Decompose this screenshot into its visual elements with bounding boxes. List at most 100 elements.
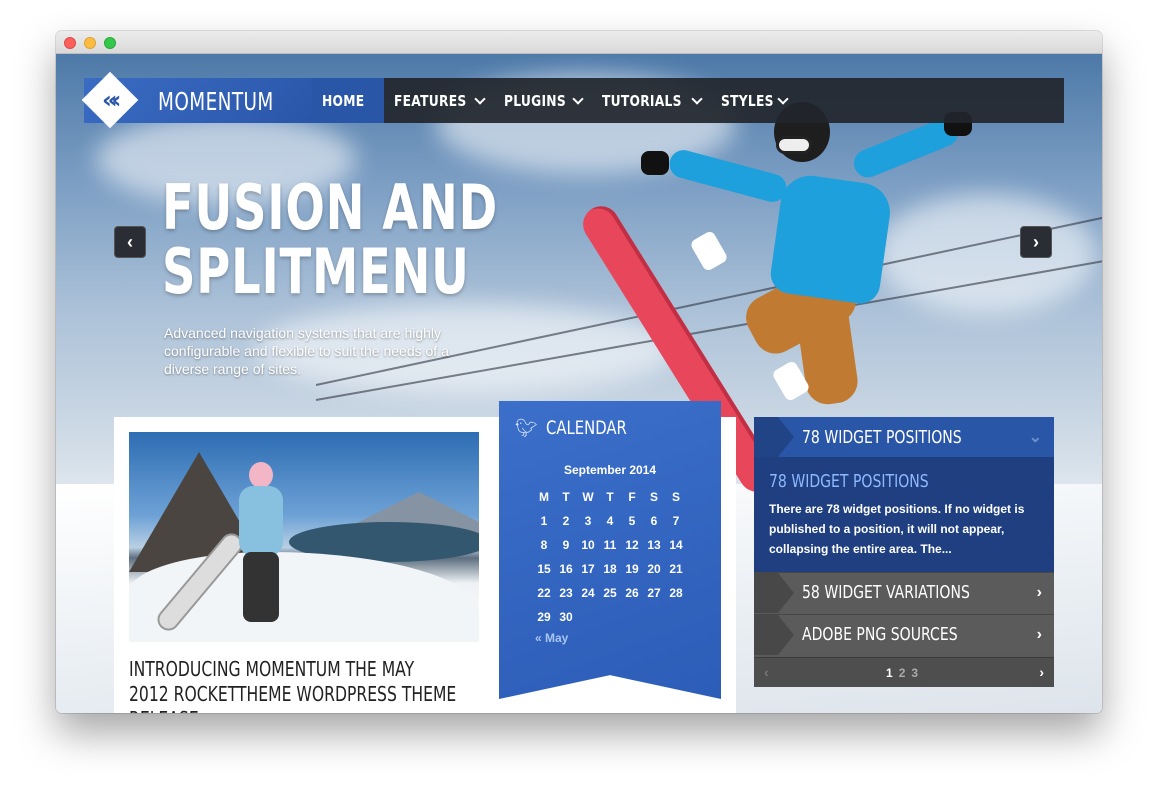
calendar-day: 23 (559, 586, 573, 600)
accordion-header-label: 58 WIDGET VARIATIONS (802, 582, 970, 603)
calendar-weekday-row: M T W T F S S (533, 485, 693, 509)
logo-text: MOMENTUM (158, 87, 274, 116)
calendar-prev-month-link[interactable]: « May (535, 631, 568, 645)
calendar-day: 29 (537, 610, 551, 624)
beanie-shape (249, 462, 273, 488)
calendar-week-row: 1 2 3 4 5 6 7 (533, 509, 693, 533)
weekday-label: M (539, 490, 549, 504)
main-navigation: «‹ MOMENTUM HOME FEATURES PLUGINS TUTORI… (81, 71, 1064, 129)
nav-item-label: HOME (322, 91, 365, 110)
post-thumbnail-image[interactable] (129, 432, 479, 642)
pager-next-button[interactable]: › (1039, 664, 1044, 680)
calendar-week-row: 8 9 10 11 12 13 14 (533, 533, 693, 557)
chevron-left-icon: ‹ (127, 231, 133, 252)
calendar-week-row: 22 23 24 25 26 27 28 (533, 581, 693, 605)
snowboarder-girl-figure (153, 462, 289, 636)
pager-page-button[interactable]: 2 (899, 666, 906, 680)
pants-shape (243, 552, 279, 622)
slider-next-button[interactable]: › (1020, 226, 1052, 258)
slider-prev-button[interactable]: ‹ (114, 226, 146, 258)
calendar-header: 🐦︎ CALENDAR (515, 417, 649, 439)
pager-page-button[interactable]: 3 (911, 666, 918, 680)
snowboarder-jacket (768, 171, 894, 307)
chevron-down-icon (474, 92, 486, 105)
nav-item-styles[interactable]: STYLES (711, 78, 797, 123)
calendar-day: 19 (625, 562, 639, 576)
accordion-header-label: 78 WIDGET POSITIONS (802, 426, 962, 448)
weekday-label: S (671, 490, 680, 504)
snowboarder-arm (666, 146, 790, 206)
minimize-window-button[interactable] (84, 37, 96, 49)
hero-title: FUSION AND SPLITMENU (162, 176, 522, 304)
chevron-down-icon (571, 92, 584, 105)
chevron-right-icon: › (1036, 625, 1042, 643)
calendar-day: 5 (628, 514, 636, 528)
nav-item-label: STYLES (720, 91, 774, 110)
pager-numbers: 1 2 3 (886, 666, 918, 680)
chevron-down-icon (691, 92, 703, 105)
calendar-day: 14 (669, 538, 683, 552)
accordion-header-label: ADOBE PNG SOURCES (802, 624, 958, 645)
weekday-label: T (606, 490, 614, 504)
weekday-label: W (582, 490, 594, 504)
pager-prev-button[interactable]: ‹ (764, 664, 769, 680)
hero-description: Advanced navigation systems that are hig… (164, 325, 449, 377)
nav-item-features[interactable]: FEATURES (384, 78, 494, 123)
chevron-down-icon (777, 92, 789, 105)
calendar-day: 11 (603, 538, 617, 552)
snowboarder-glove (641, 151, 669, 175)
nav-item-plugins[interactable]: PLUGINS (494, 78, 592, 123)
calendar-day: 27 (647, 586, 661, 600)
snowboarder-goggles (776, 136, 812, 154)
calendar-day: 18 (603, 562, 617, 576)
calendar-day: 4 (606, 514, 614, 528)
accordion-flag-icon (754, 417, 794, 457)
calendar-day: 10 (581, 538, 595, 552)
accordion-header-png-sources[interactable]: ADOBE PNG SOURCES › (754, 614, 1054, 655)
nav-item-label: TUTORIALS (601, 91, 682, 110)
accordion-header-widget-variations[interactable]: 58 WIDGET VARIATIONS › (754, 572, 1054, 613)
site-logo[interactable]: «‹ MOMENTUM (81, 71, 312, 129)
calendar-day: 21 (669, 562, 683, 576)
close-window-button[interactable] (64, 37, 76, 49)
snowboarder-boot (689, 229, 729, 273)
nav-item-tutorials[interactable]: TUTORIALS (592, 78, 711, 123)
calendar-day: 16 (559, 562, 573, 576)
calendar-day: 3 (584, 514, 592, 528)
browser-window: «‹ MOMENTUM HOME FEATURES PLUGINS TUTORI… (56, 31, 1102, 713)
twitter-bird-icon: 🐦︎ (515, 417, 538, 438)
zoom-window-button[interactable] (104, 37, 116, 49)
hero-title-line: SPLITMENU (162, 235, 470, 308)
nav-menu: HOME FEATURES PLUGINS TUTORIALS STYLES (312, 78, 797, 123)
weekday-label: T (562, 490, 570, 504)
calendar-week-row: 15 16 17 18 19 20 21 (533, 557, 693, 581)
nav-item-home[interactable]: HOME (312, 78, 384, 123)
calendar-day: 1 (540, 514, 548, 528)
calendar-widget: 🐦︎ CALENDAR September 2014 M T W T F S S… (499, 401, 721, 699)
calendar-grid: M T W T F S S 1 2 3 4 5 6 7 8 9 10 11 12… (533, 485, 693, 629)
calendar-month: September 2014 (563, 463, 657, 477)
post-title-link[interactable]: INTRODUCING MOMENTUM THE MAY 2012 ROCKET… (129, 657, 457, 713)
nav-item-label: FEATURES (393, 91, 467, 110)
chevron-down-icon: ⌄ (1028, 429, 1042, 446)
logo-chevron-icon: «‹ (102, 86, 122, 114)
page-viewport: «‹ MOMENTUM HOME FEATURES PLUGINS TUTORI… (56, 54, 1102, 713)
widget-accordion: 78 WIDGET POSITIONS ⌄ 78 WIDGET POSITION… (754, 417, 1054, 687)
hero-title-line: FUSION AND (162, 171, 498, 244)
weekday-label: F (628, 490, 636, 504)
pager-page-button[interactable]: 1 (886, 666, 893, 680)
title-bar (56, 31, 1102, 54)
accordion-flag-icon (754, 573, 794, 613)
accordion-body: 78 WIDGET POSITIONS There are 78 widget … (754, 457, 1054, 572)
calendar-day: 22 (537, 586, 551, 600)
jacket-shape (239, 486, 283, 556)
calendar-day: 6 (650, 514, 658, 528)
calendar-day: 24 (581, 586, 595, 600)
calendar-day: 20 (647, 562, 661, 576)
accordion-header-widget-positions[interactable]: 78 WIDGET POSITIONS ⌄ (754, 417, 1054, 457)
chevron-right-icon: › (1033, 231, 1039, 252)
calendar-day: 26 (625, 586, 639, 600)
accordion-body-title: 78 WIDGET POSITIONS (769, 471, 929, 492)
calendar-day: 12 (625, 538, 639, 552)
calendar-day: 25 (603, 586, 617, 600)
